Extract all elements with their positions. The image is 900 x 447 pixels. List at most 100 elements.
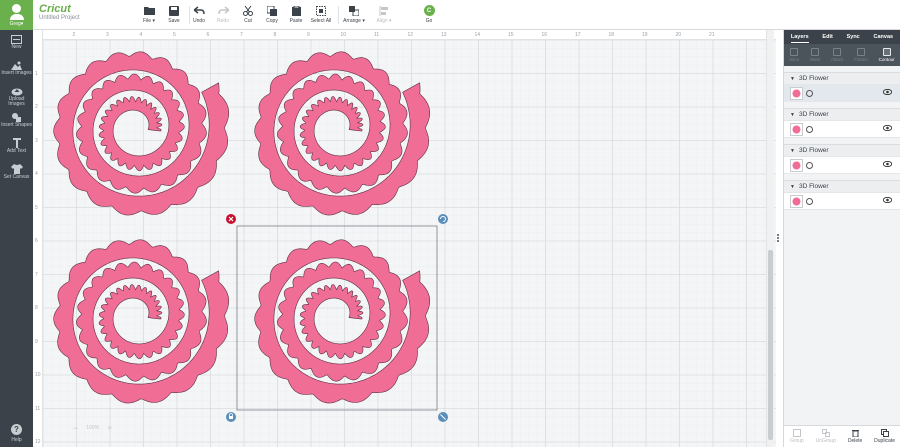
eye-icon[interactable]	[883, 197, 892, 203]
align-menu-button[interactable]: Align ▾	[372, 5, 396, 24]
layer-list: ▼ 3D Flower ▼ 3D Flower ▼ 3D Flower ▼ 3D…	[784, 72, 900, 210]
layer-group[interactable]: ▼ 3D Flower	[784, 180, 900, 210]
sidebar-item-insert-images[interactable]: Insert Images	[0, 56, 33, 82]
layer-tools: Slice Weld Attach Flatten Contour	[784, 44, 900, 66]
help-icon: ?	[11, 424, 22, 435]
duplicate-icon	[880, 429, 889, 437]
panel-collapse-handle[interactable]	[775, 234, 781, 242]
zoom-out-button[interactable]: −	[73, 423, 78, 433]
save-button[interactable]: Save	[162, 5, 186, 24]
file-menu-button[interactable]: File ▾	[137, 5, 161, 24]
brand: Cricut Untitled Project	[39, 3, 80, 21]
tab-sync[interactable]: Sync	[847, 32, 860, 42]
sidebar-item-label: Insert Images	[1, 70, 32, 76]
flatten-button[interactable]: Flatten	[854, 48, 868, 62]
cut-linetype-icon[interactable]	[806, 161, 813, 169]
sidebar-item-add-text[interactable]: Add Text	[0, 134, 33, 160]
align-icon	[379, 5, 389, 16]
sidebar-item-label: Insert Shapes	[1, 122, 32, 128]
layer-row[interactable]	[784, 192, 900, 210]
sidebar-item-new[interactable]: New	[0, 30, 33, 56]
sidebar-item-set-canvas[interactable]: Set Canvas	[0, 160, 33, 186]
user-name: Greg▾	[9, 20, 24, 27]
redo-button[interactable]: Redo	[211, 5, 235, 24]
eye-icon[interactable]	[883, 125, 892, 131]
contour-button[interactable]: Contour	[879, 48, 895, 62]
tab-layers[interactable]: Layers	[790, 32, 809, 43]
user-menu[interactable]: Greg▾	[0, 0, 33, 30]
collapse-triangle-icon[interactable]: ▼	[790, 148, 795, 154]
canvas-vertical-scrollbar[interactable]	[766, 30, 774, 447]
layers-panel: Layers Edit Sync Canvas Slice Weld Attac…	[783, 30, 900, 447]
zoom-level: 100%	[86, 425, 100, 431]
tab-edit[interactable]: Edit	[822, 32, 832, 42]
select-all-button[interactable]: Select All	[309, 5, 333, 24]
cut-linetype-icon[interactable]	[806, 125, 813, 133]
user-avatar-body	[9, 13, 24, 20]
copy-button[interactable]: Copy	[260, 5, 284, 24]
select-all-icon	[316, 5, 326, 16]
flower-shape[interactable]	[254, 239, 430, 404]
delete-button[interactable]: Delete	[848, 429, 862, 444]
paste-icon	[291, 5, 301, 16]
ungroup-icon	[821, 429, 830, 437]
ungroup-button[interactable]: UnGroup	[816, 429, 836, 444]
eye-icon[interactable]	[883, 161, 892, 167]
resize-handle[interactable]	[438, 412, 448, 422]
group-button[interactable]: Group	[790, 429, 804, 444]
layer-row[interactable]	[784, 120, 900, 138]
copy-icon	[267, 5, 277, 16]
help-button[interactable]: ? Help	[0, 424, 33, 443]
cut-linetype-icon[interactable]	[806, 197, 813, 205]
zoom-in-button[interactable]: +	[107, 423, 112, 433]
arrange-menu-button[interactable]: Arrange ▾	[342, 5, 366, 24]
cut-button[interactable]: Cut	[236, 5, 260, 24]
paste-button[interactable]: Paste	[284, 5, 308, 24]
text-icon	[11, 138, 23, 148]
layer-group[interactable]: ▼ 3D Flower	[784, 108, 900, 138]
collapse-triangle-icon[interactable]: ▼	[790, 112, 795, 118]
undo-button[interactable]: Undo	[187, 5, 211, 24]
layer-thumbnail	[790, 122, 803, 136]
shapes-icon	[11, 112, 23, 122]
delete-handle[interactable]	[226, 214, 236, 224]
flatten-icon	[857, 48, 866, 56]
project-title[interactable]: Untitled Project	[39, 15, 80, 21]
design-canvas[interactable]: 2 3 4 5 6 7 8 9 10 11 12 13 14 15 16 17 18 19 20 21 1234567…	[33, 30, 776, 447]
layer-group[interactable]: ▼ 3D Flower	[784, 144, 900, 174]
flower-shape[interactable]	[254, 51, 430, 216]
collapse-triangle-icon[interactable]: ▼	[790, 184, 795, 190]
flower-shape[interactable]	[53, 239, 229, 404]
sidebar-item-upload-images[interactable]: Upload Images	[0, 82, 33, 108]
sidebar-item-label: Add Text	[6, 148, 27, 154]
contour-icon	[882, 48, 891, 56]
scrollbar-thumb[interactable]	[768, 250, 773, 440]
attach-button[interactable]: Attach	[831, 48, 843, 62]
toolbar-divider	[338, 6, 339, 24]
flower-shape[interactable]	[53, 51, 229, 216]
sidebar-item-label: Upload Images	[8, 96, 25, 107]
arrange-icon	[349, 5, 359, 16]
sidebar-item-insert-shapes[interactable]: Insert Shapes	[0, 108, 33, 134]
cut-linetype-icon[interactable]	[806, 89, 813, 97]
duplicate-button[interactable]: Duplicate	[874, 429, 895, 444]
eye-icon[interactable]	[883, 89, 892, 95]
slice-button[interactable]: Slice	[789, 48, 799, 62]
go-button[interactable]: C Go	[417, 5, 441, 24]
layer-row[interactable]	[784, 84, 900, 102]
layer-group-name: 3D Flower	[798, 75, 829, 82]
lock-handle[interactable]	[226, 412, 236, 422]
help-label: Help	[11, 437, 22, 443]
tab-canvas[interactable]: Canvas	[874, 32, 894, 42]
collapse-triangle-icon[interactable]: ▼	[790, 76, 795, 82]
layer-group[interactable]: ▼ 3D Flower	[784, 72, 900, 102]
rotate-handle[interactable]	[438, 214, 448, 224]
save-icon	[169, 5, 179, 16]
layer-row[interactable]	[784, 156, 900, 174]
weld-button[interactable]: Weld	[810, 48, 820, 62]
weld-icon	[810, 48, 819, 56]
scissors-icon	[243, 5, 253, 16]
cricut-logo: Cricut	[39, 3, 71, 15]
attach-icon	[833, 48, 842, 56]
shirt-icon	[10, 164, 23, 174]
